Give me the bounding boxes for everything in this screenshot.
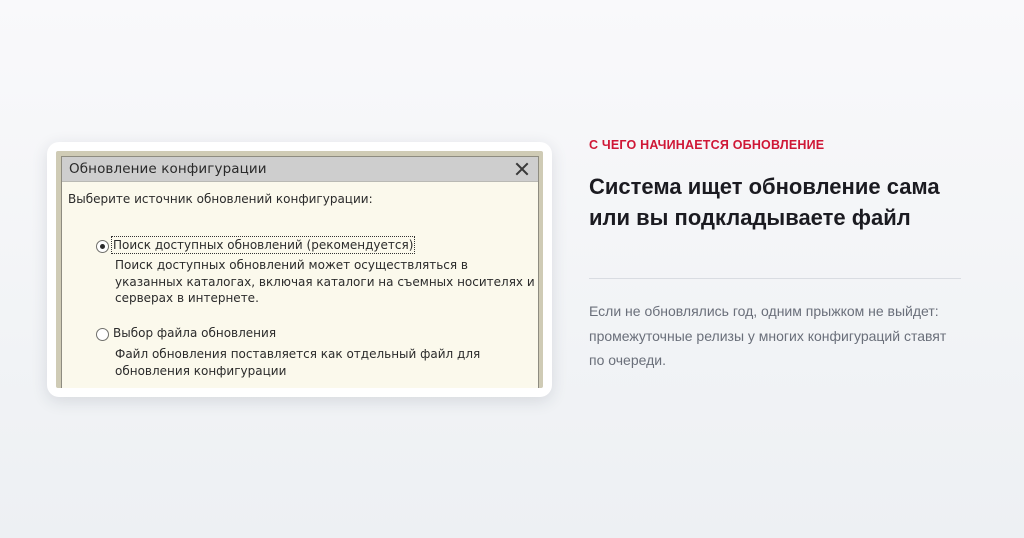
radio-selected-dot [100, 244, 105, 249]
option-search-updates-description-text: Поиск доступных обновлений может осущест… [115, 258, 535, 305]
dialog-screenshot: Обновление конфигурации Выберите источни… [56, 151, 543, 388]
radio-search-updates[interactable] [96, 240, 109, 253]
section-body: Если не обновлялись год, одним прыжком н… [589, 303, 947, 368]
option-search-updates-description: Поиск доступных обновлений может осущест… [115, 257, 535, 307]
option-choose-file-description-text: Файл обновления поставляется как отдельн… [115, 347, 481, 378]
dialog-title-bar: Обновление конфигурации [62, 157, 538, 182]
dialog-title: Обновление конфигурации [69, 161, 267, 177]
close-icon[interactable] [513, 160, 531, 178]
article-text-column: С ЧЕГО НАЧИНАЕТСЯ ОБНОВЛЕНИЕ Система ище… [589, 138, 961, 373]
option-choose-file-description: Файл обновления поставляется как отдельн… [115, 346, 480, 379]
screenshot-card: Обновление конфигурации Выберите источни… [47, 142, 552, 397]
radio-choose-file[interactable] [96, 328, 109, 341]
option-choose-file-label[interactable]: Выбор файла обновления [113, 326, 276, 340]
update-config-dialog: Обновление конфигурации Выберите источни… [61, 156, 539, 388]
option-search-updates-label[interactable]: Поиск доступных обновлений (рекомендуетс… [110, 236, 416, 254]
divider [589, 278, 961, 279]
section-headline: Система ищет обновление сама или вы подк… [589, 174, 940, 230]
section-eyebrow: С ЧЕГО НАЧИНАЕТСЯ ОБНОВЛЕНИЕ [589, 138, 825, 152]
source-prompt: Выберите источник обновлений конфигураци… [68, 192, 373, 206]
